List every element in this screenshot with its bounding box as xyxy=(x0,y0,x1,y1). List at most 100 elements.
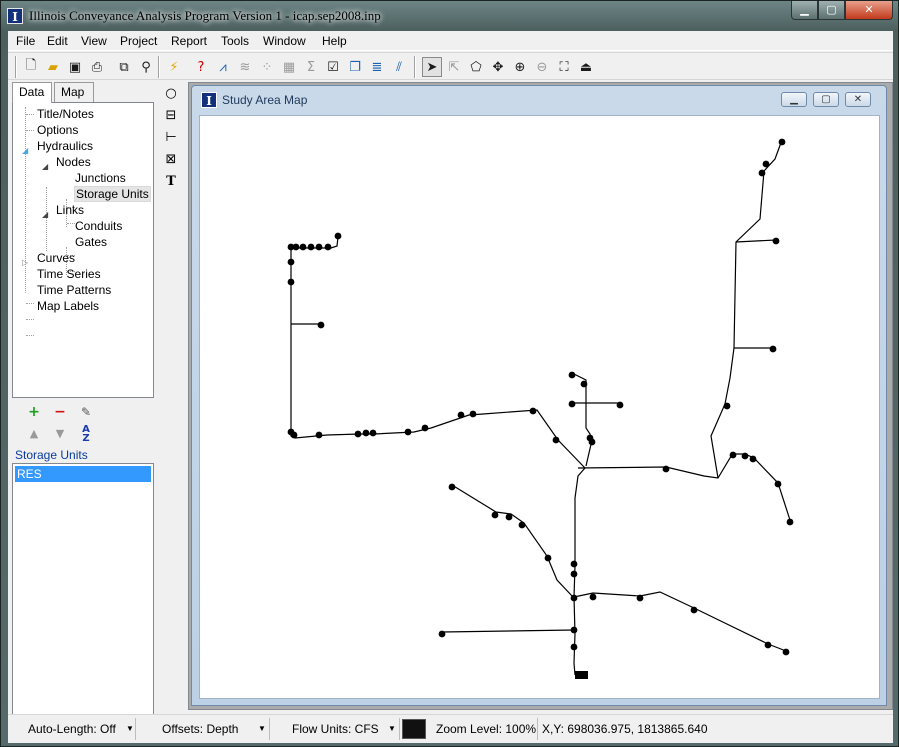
offsets-value: Offsets: Depth xyxy=(162,722,239,736)
tree-item-junctions[interactable]: Junctions xyxy=(75,171,126,185)
copy-icon[interactable]: ⧉ xyxy=(114,57,134,77)
profile-icon[interactable]: ⩘ xyxy=(213,57,233,77)
child-minimize-icon[interactable]: ▁ xyxy=(781,92,807,107)
menu-window[interactable]: Window xyxy=(260,33,309,49)
delete-icon[interactable]: − xyxy=(52,404,68,420)
vertex-select-icon[interactable]: ⇱ xyxy=(444,57,464,77)
menu-project[interactable]: Project xyxy=(117,33,160,49)
query-icon[interactable]: ? xyxy=(191,57,211,77)
child-maximize-icon[interactable]: ▢ xyxy=(813,92,839,107)
menu-tools[interactable]: Tools xyxy=(218,33,252,49)
region-select-icon[interactable]: ⬠ xyxy=(466,57,486,77)
junction-node xyxy=(762,160,770,168)
auto-length-dropdown[interactable]: Auto-Length: Off ▼ xyxy=(10,718,136,740)
close-icon[interactable]: ✕ xyxy=(845,1,893,20)
tree-item-gates[interactable]: Gates xyxy=(75,235,107,249)
tree-item-map-labels[interactable]: Map Labels xyxy=(37,299,99,313)
add-node-circle-icon[interactable]: ○ xyxy=(161,86,181,106)
move-up-icon[interactable]: ▲ xyxy=(26,426,42,442)
data-tree: ◢ ◢ ◢ ▷ Title/Notes Options Hydraulics N… xyxy=(12,102,154,398)
flow-icon[interactable]: ⫽ xyxy=(389,57,409,77)
tree-item-hydraulics[interactable]: Hydraulics xyxy=(37,139,93,153)
tree-item-curves[interactable]: Curves xyxy=(37,251,75,265)
options-icon[interactable]: ☑ xyxy=(323,57,343,77)
junction-node xyxy=(369,429,377,437)
conduit-link xyxy=(451,484,574,598)
tree-item-links[interactable]: Links xyxy=(56,203,84,217)
expanded-triangle-icon[interactable]: ◢ xyxy=(42,162,48,171)
edit-icon[interactable]: ✎ xyxy=(78,404,94,420)
scatter-plot-icon[interactable]: ⁘ xyxy=(257,57,277,77)
tree-item-options[interactable]: Options xyxy=(37,123,78,137)
pan-icon[interactable]: ✥ xyxy=(488,57,508,77)
table-icon[interactable]: ▦ xyxy=(279,57,299,77)
minimize-icon[interactable]: ▁ xyxy=(791,1,818,20)
menu-report[interactable]: Report xyxy=(168,33,210,49)
tree-item-nodes[interactable]: Nodes xyxy=(56,155,91,169)
junction-node xyxy=(421,424,429,432)
tree-item-title-notes[interactable]: Title/Notes xyxy=(37,107,94,121)
measure-icon[interactable]: ⏏ xyxy=(576,57,596,77)
full-extent-icon[interactable]: ⛶ xyxy=(554,57,574,77)
menu-file[interactable]: File xyxy=(13,33,38,49)
add-link-icon[interactable]: ⊢ xyxy=(161,130,181,150)
flow-units-dropdown[interactable]: Flow Units: CFS ▼ xyxy=(272,718,400,740)
zoom-in-icon[interactable]: ⊕ xyxy=(510,57,530,77)
run-lightning-icon[interactable]: ⚡ xyxy=(164,57,184,77)
zoom-out-icon[interactable]: ⊖ xyxy=(532,57,552,77)
junction-node xyxy=(404,428,412,436)
add-icon[interactable]: + xyxy=(26,404,42,420)
tab-map[interactable]: Map xyxy=(54,82,94,102)
expanded-triangle-icon[interactable]: ◢ xyxy=(42,210,48,219)
move-down-icon[interactable]: ▼ xyxy=(52,426,68,442)
tab-data[interactable]: Data xyxy=(12,82,52,103)
list-item[interactable]: RES xyxy=(15,466,151,482)
add-label-text-icon[interactable]: T xyxy=(161,174,181,194)
save-icon[interactable]: ▣ xyxy=(65,57,85,77)
junction-node xyxy=(786,518,794,526)
arrange-windows-icon[interactable]: ❐ xyxy=(345,57,365,77)
map-window-icon[interactable]: I xyxy=(201,92,217,108)
object-list-label: Storage Units xyxy=(15,448,88,462)
mdi-workspace: I Study Area Map ▁ ▢ ✕ xyxy=(188,82,893,710)
print-icon[interactable]: ⎙ xyxy=(87,57,107,77)
junction-node xyxy=(758,169,766,177)
network-map[interactable] xyxy=(200,116,879,698)
app-icon[interactable]: I xyxy=(7,8,23,24)
junction-nodes xyxy=(287,138,794,656)
junction-node xyxy=(315,243,323,251)
legend-icon[interactable]: ≣ xyxy=(367,57,387,77)
find-icon[interactable]: ⚲ xyxy=(136,57,156,77)
auto-length-value: Auto-Length: Off xyxy=(28,722,116,736)
tree-item-conduits[interactable]: Conduits xyxy=(75,219,122,233)
tree-item-time-patterns[interactable]: Time Patterns xyxy=(37,283,111,297)
junction-node xyxy=(749,455,757,463)
statistics-sigma-icon[interactable]: Σ xyxy=(301,57,321,77)
maximize-icon[interactable]: ▢ xyxy=(818,1,845,20)
map-tool-strip: ○ ⊟ ⊢ ⊠ T xyxy=(159,86,183,206)
collapsed-triangle-icon[interactable]: ▷ xyxy=(22,258,28,267)
menu-help[interactable]: Help xyxy=(319,33,350,49)
tree-connector xyxy=(26,114,34,115)
junction-node xyxy=(287,258,295,266)
offsets-dropdown[interactable]: Offsets: Depth ▼ xyxy=(138,718,270,740)
menu-view[interactable]: View xyxy=(78,33,110,49)
junction-node xyxy=(491,511,499,519)
add-gate-icon[interactable]: ⊠ xyxy=(161,152,181,172)
map-canvas[interactable] xyxy=(199,115,880,699)
open-folder-icon[interactable]: ▰ xyxy=(43,57,63,77)
select-arrow-icon[interactable]: ➤ xyxy=(422,57,442,77)
menu-edit[interactable]: Edit xyxy=(44,33,71,49)
toolbar: 🗋 ▰ ▣ ⎙ ⧉ ⚲ ⚡ ? ⩘ ≋ ⁘ ▦ Σ ☑ ❐ ≣ ⫽ ➤ ⇱ ⬠ … xyxy=(8,52,893,80)
expanded-triangle-icon[interactable]: ◢ xyxy=(22,146,28,155)
child-close-icon[interactable]: ✕ xyxy=(845,92,871,107)
sort-az-icon[interactable]: AZ xyxy=(78,425,94,444)
tree-item-time-series[interactable]: Time Series xyxy=(37,267,101,281)
add-storage-icon[interactable]: ⊟ xyxy=(161,108,181,128)
new-file-icon[interactable]: 🗋 xyxy=(21,57,41,77)
conduit-link xyxy=(290,236,586,469)
timeseries-graph-icon[interactable]: ≋ xyxy=(235,57,255,77)
tree-item-storage-units[interactable]: Storage Units xyxy=(74,186,151,202)
client-area: File Edit View Project Report Tools Wind… xyxy=(8,31,893,743)
junction-node xyxy=(362,429,370,437)
